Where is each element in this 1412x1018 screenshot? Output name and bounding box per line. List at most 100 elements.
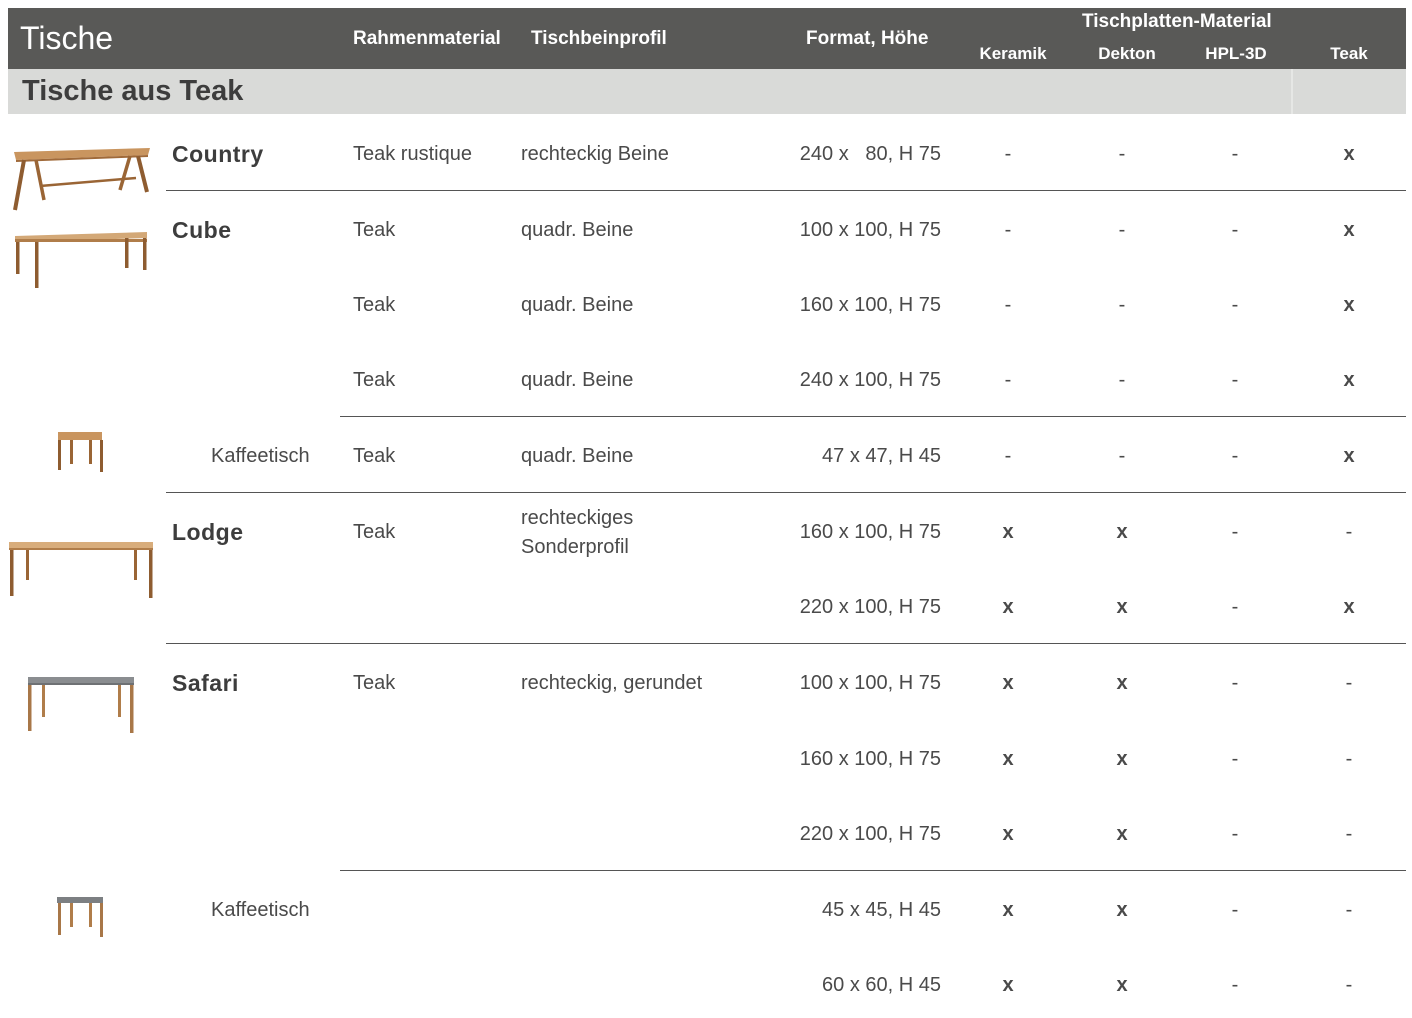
tischbeinprofil-cell: quadr. Beine xyxy=(521,294,634,316)
dekton-mark: - xyxy=(1118,294,1126,316)
format-cell: 160 x 100, H 75 xyxy=(799,521,941,543)
column-header-hpl-3d: HPL-3D xyxy=(1205,44,1267,63)
teak-mark: x xyxy=(1343,219,1355,241)
rahmenmaterial-cell: Teak xyxy=(353,445,396,467)
tischbeinprofil-cell: quadr. Beine xyxy=(521,369,634,391)
keramik-mark: - xyxy=(1004,219,1012,241)
cube-coffee-table-image xyxy=(58,432,103,472)
row-divider xyxy=(166,492,1406,493)
dekton-mark: x xyxy=(1116,748,1128,770)
dekton-mark: x xyxy=(1116,899,1128,921)
hpl-mark: - xyxy=(1231,143,1239,165)
dekton-mark: x xyxy=(1116,823,1128,845)
keramik-mark: - xyxy=(1004,369,1012,391)
column-header-tischplatten-material: Tischplatten-Material xyxy=(1082,11,1272,32)
teak-mark: x xyxy=(1343,445,1355,467)
keramik-mark: - xyxy=(1004,294,1012,316)
table-header: Tische Rahmenmaterial Tischbeinprofil Fo… xyxy=(8,8,1406,69)
column-header-format: Format, Höhe xyxy=(806,28,929,49)
keramik-mark: x xyxy=(1002,823,1014,845)
row-divider xyxy=(166,643,1406,644)
dekton-mark: x xyxy=(1116,672,1128,694)
teak-mark: - xyxy=(1345,521,1353,543)
row-divider xyxy=(340,870,1406,871)
section-header: Tische aus Teak xyxy=(8,69,1406,114)
rahmenmaterial-cell: Teak xyxy=(353,294,396,316)
dekton-mark: x xyxy=(1116,974,1128,996)
format-cell: 160 x 100, H 75 xyxy=(799,294,941,316)
tischbeinprofil-cell-line2: Sonderprofil xyxy=(521,536,629,558)
format-cell: 160 x 100, H 75 xyxy=(799,748,941,770)
product-name-lodge: Lodge xyxy=(172,519,244,545)
teak-mark: x xyxy=(1343,369,1355,391)
product-subname-kaffeetisch: Kaffeetisch xyxy=(211,445,310,467)
hpl-mark: - xyxy=(1231,823,1239,845)
column-header-teak: Teak xyxy=(1330,44,1368,63)
safari-coffee-table-image xyxy=(57,897,103,937)
keramik-mark: x xyxy=(1002,672,1014,694)
keramik-mark: x xyxy=(1002,748,1014,770)
country-table-image xyxy=(13,148,150,211)
tischbeinprofil-cell: rechteckig, gerundet xyxy=(521,672,703,694)
row-divider xyxy=(340,416,1406,417)
hpl-mark: - xyxy=(1231,899,1239,921)
keramik-mark: x xyxy=(1002,596,1014,618)
product-name-safari: Safari xyxy=(172,670,239,696)
tischbeinprofil-cell: quadr. Beine xyxy=(521,219,634,241)
hpl-mark: - xyxy=(1231,748,1239,770)
keramik-mark: x xyxy=(1002,521,1014,543)
keramik-mark: x xyxy=(1002,974,1014,996)
rahmenmaterial-cell: Teak rustique xyxy=(353,143,472,165)
dekton-mark: x xyxy=(1116,596,1128,618)
rahmenmaterial-cell: Teak xyxy=(353,219,396,241)
keramik-mark: - xyxy=(1004,445,1012,467)
section-title: Tische aus Teak xyxy=(22,75,244,107)
format-cell: 240 x 100, H 75 xyxy=(799,369,941,391)
dekton-mark: - xyxy=(1118,143,1126,165)
hpl-mark: - xyxy=(1231,369,1239,391)
tischbeinprofil-cell: rechteckig Beine xyxy=(521,143,669,165)
format-cell: 100 x 100, H 75 xyxy=(799,672,941,694)
lodge-table-image xyxy=(9,542,153,598)
format-cell: 220 x 100, H 75 xyxy=(799,596,941,618)
column-header-rahmenmaterial: Rahmenmaterial xyxy=(353,28,501,49)
row-divider xyxy=(166,190,1406,191)
column-header-tischbeinprofil: Tischbeinprofil xyxy=(531,28,667,49)
hpl-mark: - xyxy=(1231,521,1239,543)
teak-mark: - xyxy=(1345,823,1353,845)
teak-mark: - xyxy=(1345,748,1353,770)
hpl-mark: - xyxy=(1231,596,1239,618)
format-cell: 60 x 60, H 45 xyxy=(822,974,941,996)
product-subname-kaffeetisch: Kaffeetisch xyxy=(211,899,310,921)
rahmenmaterial-cell: Teak xyxy=(353,672,396,694)
product-name-cube: Cube xyxy=(172,217,232,243)
teak-mark: - xyxy=(1345,899,1353,921)
teak-mark: x xyxy=(1343,294,1355,316)
hpl-mark: - xyxy=(1231,445,1239,467)
teak-mark: x xyxy=(1343,596,1355,618)
teak-mark: x xyxy=(1343,143,1355,165)
hpl-mark: - xyxy=(1231,672,1239,694)
tischbeinprofil-cell-line1: rechteckiges xyxy=(521,507,634,529)
column-header-keramik: Keramik xyxy=(979,44,1047,63)
hpl-mark: - xyxy=(1231,294,1239,316)
teak-mark: - xyxy=(1345,672,1353,694)
safari-table-image xyxy=(28,677,134,733)
section-divider xyxy=(1291,69,1293,114)
rahmenmaterial-cell: Teak xyxy=(353,369,396,391)
dekton-mark: x xyxy=(1116,521,1128,543)
dekton-mark: - xyxy=(1118,219,1126,241)
format-cell: 220 x 100, H 75 xyxy=(799,823,941,845)
dekton-mark: - xyxy=(1118,369,1126,391)
dekton-mark: - xyxy=(1118,445,1126,467)
rahmenmaterial-cell: Teak xyxy=(353,521,396,543)
format-cell: 240 x 80, H 75 xyxy=(799,143,941,165)
column-header-dekton: Dekton xyxy=(1098,44,1156,63)
hpl-mark: - xyxy=(1231,219,1239,241)
product-name-country: Country xyxy=(172,141,264,167)
format-cell: 47 x 47, H 45 xyxy=(822,445,941,467)
keramik-mark: - xyxy=(1004,143,1012,165)
page-title: Tische xyxy=(20,20,114,56)
format-cell: 45 x 45, H 45 xyxy=(822,899,941,921)
keramik-mark: x xyxy=(1002,899,1014,921)
